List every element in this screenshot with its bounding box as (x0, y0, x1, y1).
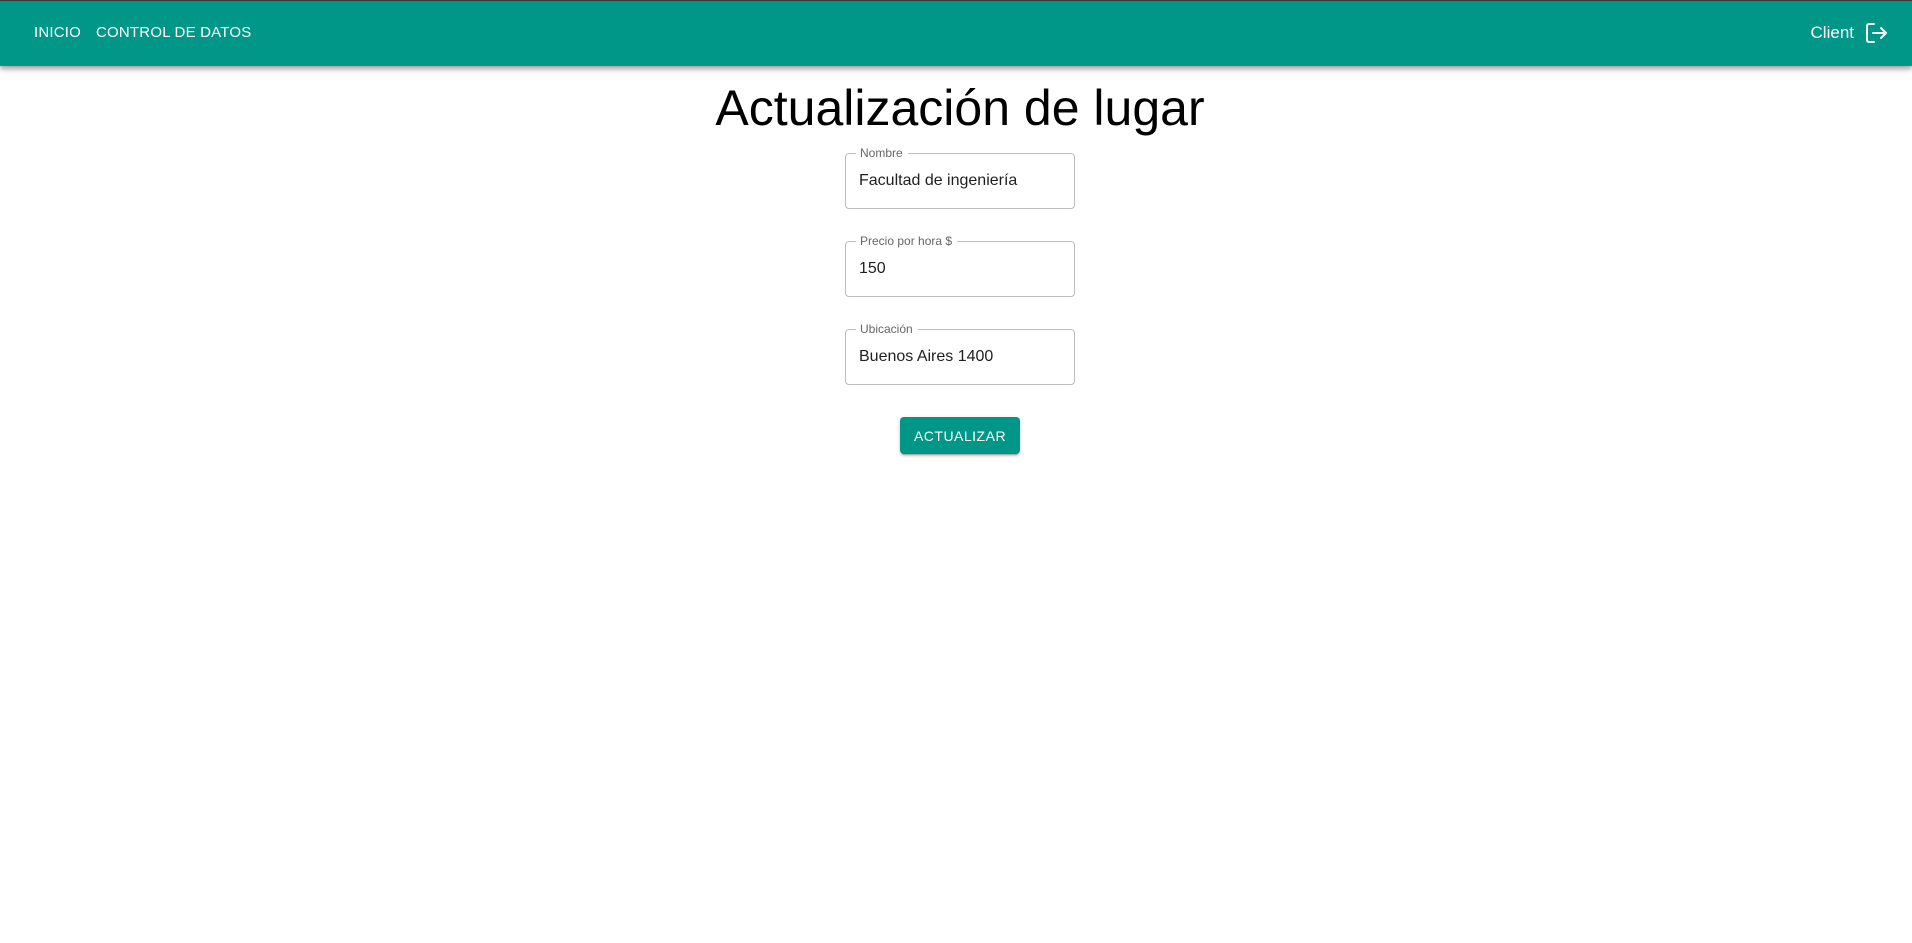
ubicacion-field[interactable]: Ubicación (845, 321, 1075, 385)
ubicacion-input[interactable] (859, 346, 1059, 368)
precio-input[interactable] (859, 258, 1059, 280)
actualizar-button[interactable]: ACTUALIZAR (900, 417, 1020, 454)
logout-icon (1864, 21, 1888, 45)
page-title: Actualización de lugar (715, 80, 1205, 136)
precio-label: Precio por hora $ (856, 233, 958, 249)
logout-button[interactable]: Client (1811, 21, 1888, 45)
user-name: Client (1810, 23, 1854, 42)
ubicacion-label: Ubicación (856, 321, 918, 337)
nombre-input[interactable] (859, 170, 1059, 192)
nombre-label: Nombre (856, 145, 908, 161)
nav-link-control-de-datos[interactable]: CONTROL DE DATOS (96, 23, 251, 43)
nombre-field[interactable]: Nombre (845, 145, 1075, 209)
nav-link-inicio[interactable]: INICIO (34, 23, 81, 43)
precio-field[interactable]: Precio por hora $ (845, 233, 1075, 297)
app-bar: INICIO CONTROL DE DATOS Client (0, 0, 1912, 66)
